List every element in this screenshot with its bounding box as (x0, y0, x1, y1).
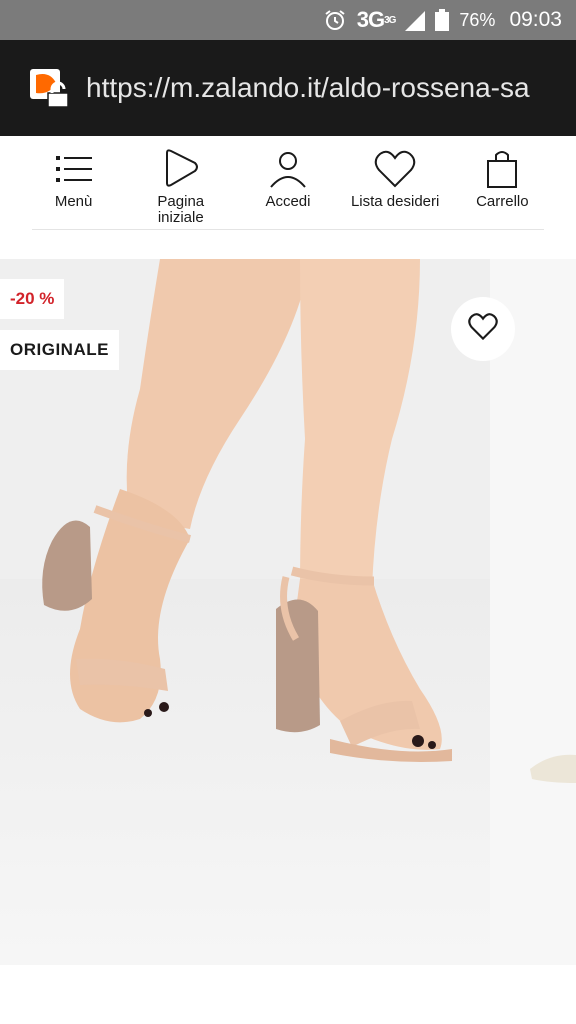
browser-url-bar[interactable]: https://m.zalando.it/aldo-rossena-sa (0, 40, 576, 136)
menu-icon (54, 148, 94, 190)
signal-icon (405, 9, 426, 31)
top-navigation: Menù Pagina iniziale Accedi Lista deside… (0, 136, 576, 230)
nav-cart-label: Carrello (476, 193, 529, 210)
home-logo-icon (161, 148, 201, 190)
battery-percent: 76% (459, 9, 496, 30)
bag-icon (485, 148, 519, 190)
url-text[interactable]: https://m.zalando.it/aldo-rossena-sa (86, 72, 562, 104)
status-bar: 3G 3G 76% 09:03 (0, 0, 576, 40)
nav-divider (32, 229, 544, 230)
user-icon (268, 148, 308, 190)
heart-icon (468, 313, 498, 345)
battery-icon (435, 9, 450, 31)
original-badge: ORIGINALE (0, 330, 119, 370)
nav-wishlist[interactable]: Lista desideri (345, 136, 445, 230)
nav-home-label: Pagina iniziale (157, 193, 205, 226)
discount-badge: -20 % (0, 279, 65, 319)
nav-home[interactable]: Pagina iniziale (131, 136, 231, 230)
network-type: 3G 3G (356, 7, 397, 32)
nav-menu-label: Menù (54, 193, 93, 210)
zalando-lock-icon (30, 67, 72, 109)
clock: 09:03 (509, 8, 562, 31)
nav-wishlist-label: Lista desideri (350, 193, 440, 210)
nav-login-label: Accedi (265, 193, 311, 210)
add-to-wishlist-button[interactable] (451, 297, 515, 361)
heart-icon (374, 148, 416, 190)
nav-login[interactable]: Accedi (238, 136, 338, 230)
nav-cart[interactable]: Carrello (452, 136, 552, 230)
nav-menu[interactable]: Menù (24, 136, 124, 230)
alarm-icon (323, 8, 347, 32)
